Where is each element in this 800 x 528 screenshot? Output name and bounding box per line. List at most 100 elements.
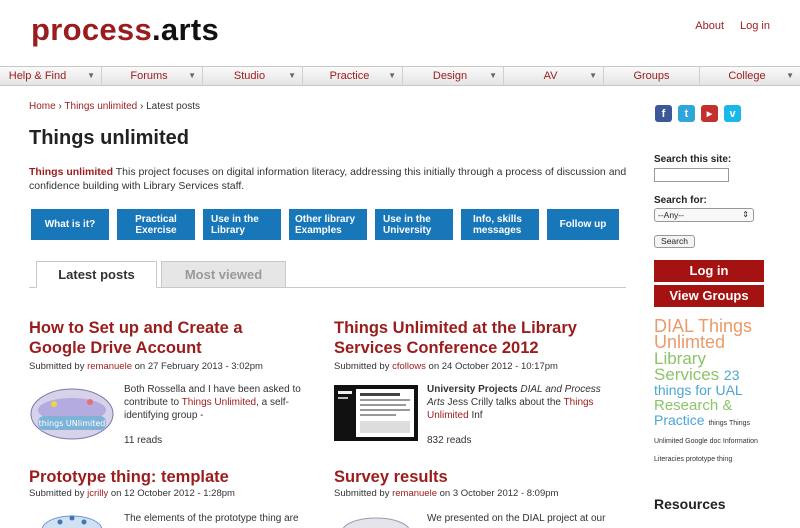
vimeo-icon[interactable]: v [724, 105, 741, 122]
post-title-link[interactable]: Survey results [334, 467, 448, 487]
excerpt-text: , a self- [256, 397, 289, 408]
use-in-university-button[interactable]: Use in the University [375, 209, 453, 240]
page-title: Things unlimited [29, 127, 189, 149]
post-title-line: Services Conference 2012 [334, 339, 539, 357]
submitted-label: Submitted by [29, 488, 88, 499]
post-title-link[interactable]: Prototype thing: template [29, 467, 229, 487]
facebook-icon[interactable]: f [655, 105, 672, 122]
site-logo[interactable]: process.arts [31, 12, 219, 48]
post-title-link[interactable]: How to Set up and Create a Google Drive … [29, 318, 243, 358]
post-excerpt: Both Rossella and I have been asked to c… [124, 383, 304, 422]
post-date: on 3 October 2012 - 8:09pm [436, 488, 559, 499]
post-title-link[interactable]: Things Unlimited at the Library Services… [334, 318, 577, 358]
post-meta: Submitted by cfollows on 24 October 2012… [334, 361, 558, 372]
excerpt-text: contribute to [124, 397, 182, 408]
author-link[interactable]: remanuele [392, 488, 437, 499]
things-unlimited-link[interactable]: Unlimited [427, 410, 469, 421]
svg-text:things UNlimited: things UNlimited [39, 419, 106, 428]
excerpt-line: contribute to Things Unlimited, a self- [124, 396, 304, 409]
practical-exercise-button[interactable]: Practical Exercise [117, 209, 195, 240]
post-excerpt: University Projects DIAL and Process Art… [427, 383, 607, 422]
main-nav: Help & Find ▼ Forums ▼ Studio ▼ Practice ▼ D… [0, 66, 800, 86]
chevron-down-icon: ▼ [489, 71, 497, 80]
search-button[interactable]: Search [654, 235, 695, 248]
nav-groups[interactable]: Groups [604, 67, 700, 85]
excerpt-text: Jess Crilly talks about the [444, 397, 564, 408]
nav-label: Design [432, 70, 468, 82]
tab-latest-posts[interactable]: Latest posts [36, 261, 157, 288]
chevron-down-icon: ▼ [786, 71, 794, 80]
button-label: Exercise [135, 224, 177, 236]
other-library-examples-button[interactable]: Other library Examples [289, 209, 367, 240]
post-excerpt: The elements of the prototype thing are [124, 513, 299, 524]
post-thumbnail[interactable] [334, 510, 418, 528]
breadcrumb: Home › Things unlimited › Latest posts [29, 101, 200, 112]
post-title-line: Google Drive Account [29, 339, 202, 357]
tab-most-viewed[interactable]: Most viewed [161, 261, 286, 288]
login-link[interactable]: Log in [740, 20, 770, 32]
post-title-line: How to Set up and Create a [29, 319, 243, 337]
reads-count: 832 reads [427, 435, 472, 446]
nav-studio[interactable]: Studio ▼ [203, 67, 303, 85]
author-link[interactable]: jcrilly [87, 488, 108, 499]
top-links: About Log in [695, 20, 770, 32]
breadcrumb-current: Latest posts [146, 101, 201, 112]
search-site-label: Search this site: [654, 154, 732, 165]
search-for-label: Search for: [654, 195, 707, 206]
post-thumbnail[interactable] [334, 385, 418, 441]
view-groups-button[interactable]: View Groups [654, 285, 764, 307]
button-label: University [383, 224, 432, 236]
author-link[interactable]: remanuele [87, 361, 132, 372]
tab-label: Latest posts [58, 267, 135, 282]
submitted-label: Submitted by [334, 488, 393, 499]
nav-college[interactable]: College ▼ [700, 67, 800, 85]
intro-bold[interactable]: Things unlimited [29, 166, 113, 178]
post-thumbnail[interactable]: things UNlimited [30, 388, 115, 440]
site-title-arts: arts [160, 12, 219, 47]
button-label: Use in the [211, 213, 259, 225]
twitter-icon[interactable]: t [678, 105, 695, 122]
excerpt-line: Arts Jess Crilly talks about the Things [427, 396, 607, 409]
nav-help-find[interactable]: Help & Find ▼ [0, 67, 102, 85]
breadcrumb-home[interactable]: Home [29, 101, 56, 112]
button-label: messages [473, 224, 522, 236]
breadcrumb-section[interactable]: Things unlimited [64, 101, 137, 112]
section-buttons: What is it? Practical Exercise Use in the… [31, 209, 619, 240]
login-button[interactable]: Log in [654, 260, 764, 282]
chevron-down-icon: ▼ [388, 71, 396, 80]
post-meta: Submitted by remanuele on 3 October 2012… [334, 488, 558, 499]
tag-link[interactable]: Practice [654, 412, 708, 428]
youtube-icon[interactable]: ▶ [701, 105, 718, 122]
things-unlimited-link[interactable]: Things Unlimited [182, 397, 256, 408]
excerpt-line: identifying group - [124, 410, 204, 421]
button-label: Library [211, 224, 245, 236]
excerpt-bold: University Projects [427, 384, 518, 395]
nav-design[interactable]: Design ▼ [403, 67, 504, 85]
about-link[interactable]: About [695, 20, 724, 32]
use-in-library-button[interactable]: Use in the Library [203, 209, 281, 240]
post-meta: Submitted by remanuele on 27 February 20… [29, 361, 263, 372]
nav-forums[interactable]: Forums ▼ [102, 67, 203, 85]
author-link[interactable]: cfollows [392, 361, 426, 372]
select-arrows-icon: ⇕ [742, 210, 749, 219]
nav-av[interactable]: AV ▼ [504, 67, 604, 85]
search-input[interactable] [654, 168, 729, 182]
nav-practice[interactable]: Practice ▼ [303, 67, 403, 85]
nav-label: Help & Find [8, 70, 67, 82]
button-label: Info, skills [473, 213, 522, 225]
what-is-it-button[interactable]: What is it? [31, 209, 109, 240]
things-unlimited-link[interactable]: Things [564, 397, 594, 408]
site-title-dot: . [152, 12, 161, 47]
submitted-label: Submitted by [29, 361, 88, 372]
post-title-line: Things Unlimited at the Library [334, 319, 577, 337]
reads-count: 11 reads [124, 435, 163, 446]
post-thumbnail[interactable] [30, 510, 115, 528]
search-type-select[interactable]: --Any-- ⇕ [654, 208, 754, 222]
intro-text: Things unlimited This project focuses on… [29, 165, 629, 193]
excerpt-line: Both Rossella and I have been asked to [124, 384, 301, 395]
info-skills-messages-button[interactable]: Info, skills messages [461, 209, 539, 240]
button-label: Follow up [559, 219, 607, 230]
chevron-down-icon: ▼ [87, 71, 95, 80]
follow-up-button[interactable]: Follow up [547, 209, 619, 240]
excerpt-text: Inf [468, 410, 483, 421]
